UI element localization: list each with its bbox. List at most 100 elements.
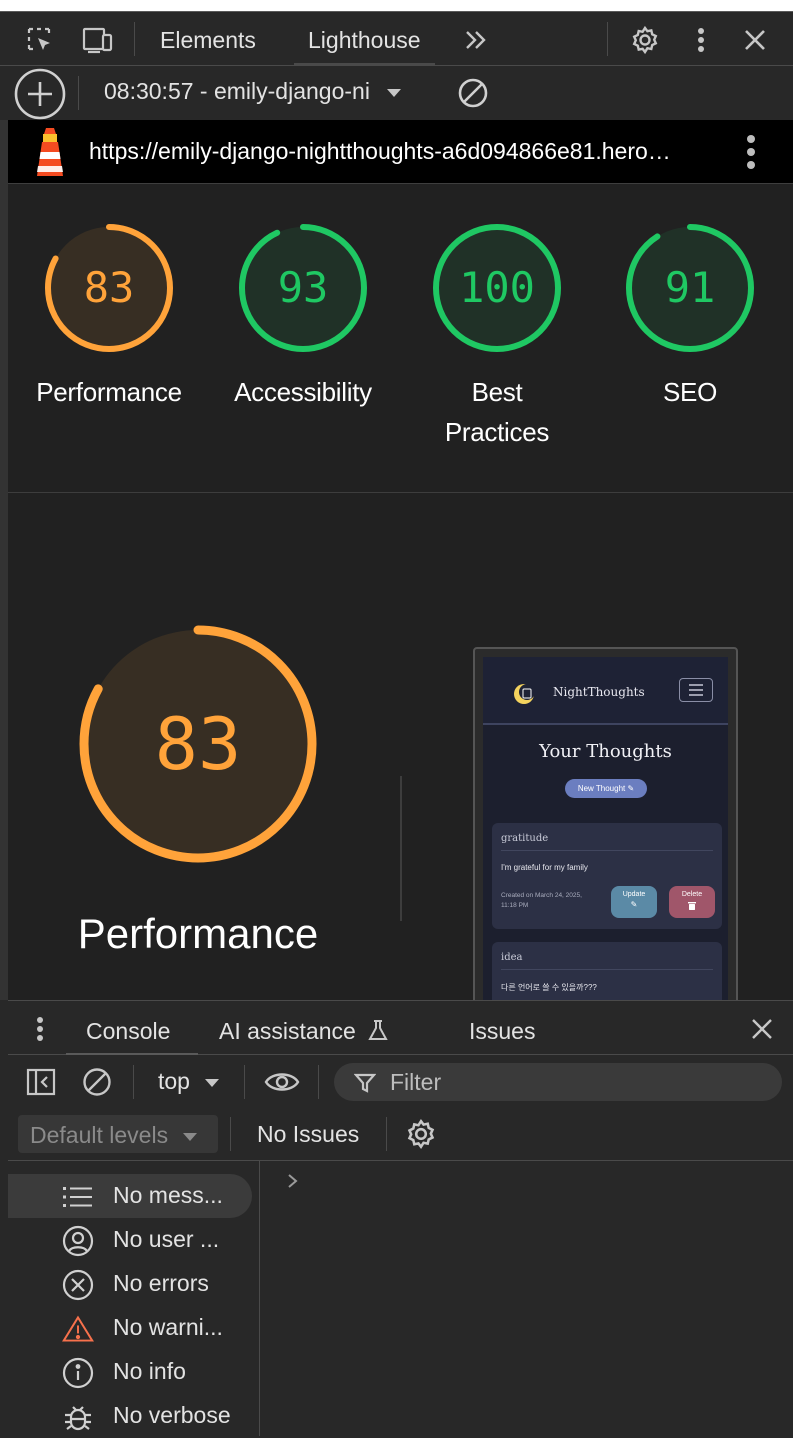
gauge-score: 91	[664, 263, 716, 312]
close-drawer-icon[interactable]	[750, 1017, 774, 1041]
gauge-label: Best Practices	[444, 377, 550, 447]
sidebar-item-label: No info	[113, 1358, 186, 1384]
window-top-strip	[0, 0, 793, 12]
gauge-ring: 93	[237, 222, 369, 354]
screenshot-title: Your Thoughts	[539, 741, 672, 762]
user-icon	[62, 1225, 94, 1257]
card-update-button: Update ✎	[611, 886, 657, 918]
card-tag: gratitude	[501, 833, 549, 844]
sidebar-item-messages[interactable]: No mess...	[8, 1174, 252, 1218]
url-more-options-icon[interactable]	[746, 134, 756, 170]
gauge-label: Accessibility	[234, 377, 372, 407]
console-sidebar: No mess... No user ... No errors No warn…	[8, 1161, 260, 1436]
console-filter-input[interactable]: Filter	[334, 1063, 782, 1101]
score-gauge[interactable]: 100 Best Practices	[402, 222, 592, 452]
edit-icon: ✎	[627, 784, 635, 793]
sidebar-item-errors[interactable]: No errors	[8, 1262, 252, 1306]
drawer-tab-ai-assistance-label: AI assistance	[219, 1018, 356, 1044]
performance-big-label: Performance	[77, 910, 319, 957]
gauge-ring: 100	[431, 222, 563, 354]
screenshot-brand: NightThoughts	[553, 685, 645, 699]
clear-reports-icon[interactable]	[457, 77, 489, 109]
drawer-tab-ai-assistance[interactable]: AI assistance	[219, 1001, 388, 1056]
log-levels-label: Default levels	[30, 1122, 169, 1148]
chevron-down-icon	[182, 1132, 198, 1142]
card-update-label: Update	[622, 891, 646, 898]
report-selector[interactable]: 08:30:57 - emily-django-ni	[104, 78, 402, 105]
performance-big-score: 83	[154, 702, 242, 786]
sidebar-item-verbose[interactable]: No verbose	[8, 1394, 252, 1438]
issues-counter[interactable]: No Issues	[257, 1121, 359, 1148]
console-prompt-chevron-icon[interactable]	[286, 1171, 300, 1191]
console-toolbar-secondary: Default levels No Issues	[8, 1109, 793, 1161]
report-url[interactable]: https://emily-django-nightthoughts-a6d09…	[89, 138, 717, 165]
more-tabs-icon[interactable]	[460, 26, 492, 54]
card-body: I'm grateful for my family	[501, 863, 588, 872]
chevron-down-icon	[204, 1078, 220, 1088]
screenshot-page: NightThoughts Your Thoughts New Thought …	[483, 657, 728, 1000]
tab-lighthouse[interactable]: Lighthouse	[294, 12, 435, 66]
moon-logo-icon	[513, 683, 535, 705]
new-report-button[interactable]	[14, 68, 66, 120]
gauge-label: SEO	[662, 377, 717, 407]
context-selector-label: top	[158, 1068, 190, 1094]
score-gauge[interactable]: 91 SEO	[595, 222, 785, 412]
sidebar-item-info[interactable]: No info	[8, 1350, 252, 1394]
context-selector[interactable]: top	[158, 1068, 220, 1095]
gauge-label: Performance	[36, 377, 182, 407]
lighthouse-logo-icon	[32, 126, 68, 178]
card-delete-label: Delete	[681, 891, 703, 898]
drawer-menu-icon[interactable]	[36, 1015, 44, 1043]
close-devtools-icon[interactable]	[739, 26, 771, 54]
lighthouse-report: 83 Performance 93 Accessibility 100 Best Prac…	[8, 184, 793, 1000]
section-divider	[8, 492, 793, 493]
inspect-element-icon[interactable]	[24, 26, 56, 54]
console-toolbar: top Filter	[8, 1055, 793, 1109]
tab-elements[interactable]: Elements	[160, 12, 256, 66]
drawer-toolbar: Console AI assistance Issues	[8, 1000, 793, 1056]
gauge-score: 100	[459, 263, 535, 312]
screenshot-card: idea 다른 언어로 쓸 수 있을까???	[492, 942, 722, 1000]
drawer-tab-console[interactable]: Console	[86, 1001, 170, 1056]
screenshot-new-thought-button: New Thought ✎	[565, 779, 647, 798]
log-levels-dropdown[interactable]: Default levels	[18, 1115, 218, 1153]
sidebar-toggle-icon[interactable]	[26, 1067, 56, 1097]
console-filter-placeholder: Filter	[390, 1069, 442, 1095]
gauge-ring: 91	[624, 222, 756, 354]
list-icon	[62, 1181, 94, 1213]
console-settings-gear-icon[interactable]	[405, 1118, 437, 1150]
flask-icon	[368, 1019, 388, 1041]
gauge-score: 83	[83, 263, 135, 312]
bug-icon	[62, 1401, 94, 1433]
chevron-down-icon	[386, 88, 402, 98]
warning-icon	[62, 1313, 94, 1345]
pencil-icon: ✎	[630, 900, 638, 909]
sidebar-item-label: No verbose	[113, 1402, 231, 1428]
sidebar-item-label: No mess...	[113, 1182, 223, 1208]
error-icon	[62, 1269, 94, 1301]
info-icon	[62, 1357, 94, 1389]
drawer-tab-issues[interactable]: Issues	[469, 1001, 535, 1056]
final-screenshot[interactable]: NightThoughts Your Thoughts New Thought …	[473, 647, 738, 1000]
card-tag: idea	[501, 952, 523, 963]
sidebar-item-label: No errors	[113, 1270, 209, 1296]
card-delete-button: Delete	[669, 886, 715, 918]
report-url-bar: https://emily-django-nightthoughts-a6d09…	[8, 120, 793, 184]
more-options-icon[interactable]	[685, 26, 717, 54]
clear-console-icon[interactable]	[82, 1067, 112, 1097]
live-expression-eye-icon[interactable]	[264, 1069, 300, 1095]
sidebar-item-user-messages[interactable]: No user ...	[8, 1218, 252, 1262]
score-gauge[interactable]: 83 Performance	[14, 222, 204, 412]
card-meta: Created on March 24, 2025, 11:18 PM	[501, 892, 582, 909]
settings-gear-icon[interactable]	[629, 25, 661, 55]
gauge-score: 93	[277, 263, 329, 312]
hamburger-menu-icon	[679, 678, 713, 702]
filter-funnel-icon	[354, 1072, 376, 1094]
sidebar-item-warnings[interactable]: No warni...	[8, 1306, 252, 1350]
vertical-divider	[400, 776, 402, 921]
score-gauge[interactable]: 93 Accessibility	[208, 222, 398, 412]
trash-icon	[669, 901, 715, 910]
device-toolbar-icon[interactable]	[81, 26, 113, 54]
card-body: 다른 언어로 쓸 수 있을까???	[501, 983, 597, 992]
lighthouse-toolbar: 08:30:57 - emily-django-ni	[0, 66, 793, 120]
